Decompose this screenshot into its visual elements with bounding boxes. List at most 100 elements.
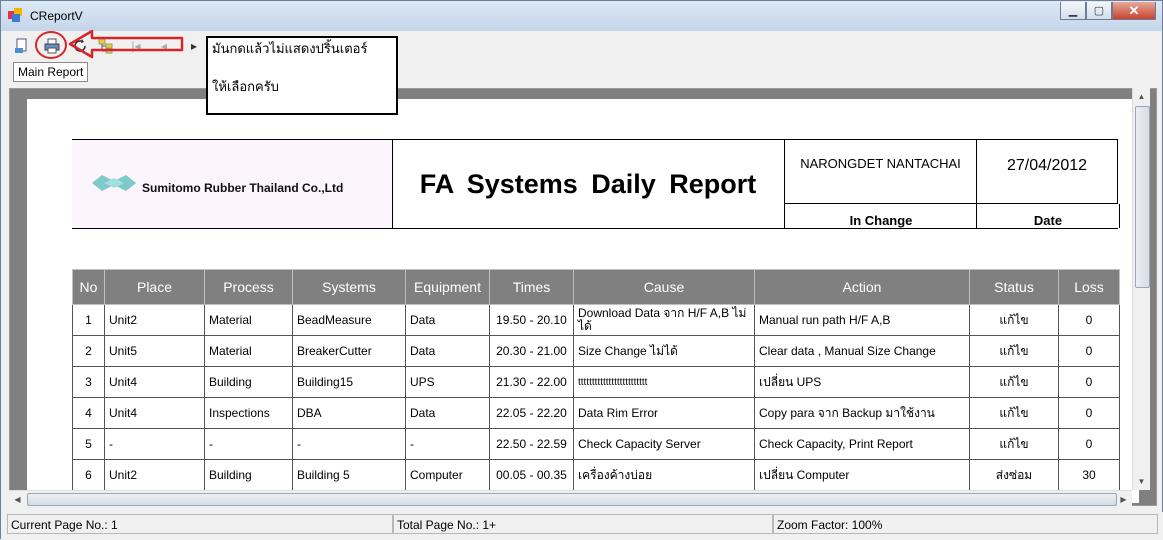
column-header: No — [72, 269, 105, 305]
vertical-scroll-thumb[interactable] — [1135, 106, 1150, 288]
column-header: Loss — [1058, 269, 1120, 305]
cell: Data — [405, 397, 490, 429]
window-title: CReportV — [30, 9, 83, 23]
column-header: Status — [969, 269, 1059, 305]
table-header-row: No Place Process Systems Equipment Times… — [72, 269, 1120, 305]
cell: - — [204, 428, 293, 460]
cell: Building — [204, 459, 293, 491]
cell: Material — [204, 335, 293, 367]
minimize-icon: ▁ — [1068, 5, 1078, 17]
report-viewer-window: CReportV ▁ ▢ ✕ |◂ ◂ ▸ Main Report Sumito… — [0, 0, 1163, 540]
report-page: Sumitomo Rubber Thailand Co.,Ltd FA Syst… — [27, 99, 1139, 503]
cell: เครื่องค้างบ่อย — [573, 459, 755, 491]
app-icon — [8, 8, 22, 22]
scroll-right-arrow-icon[interactable]: ▶ — [1115, 491, 1132, 507]
close-icon: ✕ — [1128, 2, 1140, 18]
cell: 2 — [72, 335, 105, 367]
close-button[interactable]: ✕ — [1112, 2, 1156, 20]
cell: 30 — [1058, 459, 1120, 491]
next-page-icon: ▸ — [190, 39, 198, 53]
cell: 6 — [72, 459, 105, 491]
cell: Inspections — [204, 397, 293, 429]
cell: - — [292, 428, 406, 460]
highlight-circle — [35, 31, 67, 59]
report-date: 27/04/2012 — [976, 140, 1118, 204]
annotation-note: มันกดแล้วไม่แสดงปริ้นเตอร์ ให้เลือกครับ — [206, 36, 398, 115]
cell: เปลี่ยน UPS — [754, 366, 970, 398]
table-row: 3 Unit4 Building Building15 UPS 21.30 - … — [72, 366, 1120, 398]
cell: Unit2 — [104, 304, 205, 336]
cell: 1 — [72, 304, 105, 336]
cell: BreakerCutter — [292, 335, 406, 367]
company-logo-area: Sumitomo Rubber Thailand Co.,Ltd — [72, 140, 393, 228]
cell: 5 — [72, 428, 105, 460]
horizontal-scroll-thumb[interactable] — [27, 493, 1117, 506]
cell: 20.30 - 21.00 — [489, 335, 574, 367]
column-header: Equipment — [405, 269, 490, 305]
cell: Building 5 — [292, 459, 406, 491]
table-row: 2 Unit5 Material BreakerCutter Data 20.3… — [72, 335, 1120, 367]
cell: Building15 — [292, 366, 406, 398]
cell: 0 — [1058, 428, 1120, 460]
column-header: Systems — [292, 269, 406, 305]
export-button[interactable] — [13, 37, 31, 55]
current-page-status: Current Page No.: 1 — [7, 514, 393, 534]
vertical-scrollbar[interactable]: ▲ ▼ — [1132, 88, 1150, 490]
cell: แก้ไข — [969, 304, 1059, 336]
cell: Check Capacity Server — [573, 428, 755, 460]
column-header: Times — [489, 269, 574, 305]
cell: 4 — [72, 397, 105, 429]
total-page-status: Total Page No.: 1+ — [393, 514, 773, 534]
annotation-line: ให้เลือกครับ — [212, 79, 279, 94]
column-header: Place — [104, 269, 205, 305]
maximize-button[interactable]: ▢ — [1086, 2, 1112, 20]
scroll-down-arrow-icon[interactable]: ▼ — [1133, 473, 1150, 490]
cell: Check Capacity, Print Report — [754, 428, 970, 460]
maximize-icon: ▢ — [1093, 5, 1105, 17]
cell: แก้ไข — [969, 335, 1059, 367]
cell: แก้ไข — [969, 397, 1059, 429]
cell: 21.30 - 22.00 — [489, 366, 574, 398]
cell: Unit4 — [104, 366, 205, 398]
cell: - — [405, 428, 490, 460]
cell: DBA — [292, 397, 406, 429]
cell: Copy para จาก Backup มาใช้งาน — [754, 397, 970, 429]
cell: 22.05 - 22.20 — [489, 397, 574, 429]
title-bar[interactable]: CReportV ▁ ▢ ✕ — [1, 1, 1162, 31]
cell: Data — [405, 304, 490, 336]
scroll-up-arrow-icon[interactable]: ▲ — [1133, 88, 1150, 105]
minimize-button[interactable]: ▁ — [1060, 2, 1086, 20]
date-label: Date — [976, 204, 1120, 228]
annotation-line: มันกดแล้วไม่แสดงปริ้นเตอร์ — [212, 41, 368, 56]
cell: ส่งซ่อม — [969, 459, 1059, 491]
report-view-area[interactable]: Sumitomo Rubber Thailand Co.,Ltd FA Syst… — [9, 88, 1157, 506]
cell: ttttttttttttttttttttttttt — [573, 366, 755, 398]
cell: Computer — [405, 459, 490, 491]
table-row: 4 Unit4 Inspections DBA Data 22.05 - 22.… — [72, 397, 1120, 429]
cell: 3 — [72, 366, 105, 398]
tab-main-report[interactable]: Main Report — [13, 62, 89, 82]
cell: Size Change ไม่ได้ — [573, 335, 755, 367]
report-header: Sumitomo Rubber Thailand Co.,Ltd FA Syst… — [72, 139, 1120, 229]
cell: 0 — [1058, 304, 1120, 336]
cell: แก้ไข — [969, 428, 1059, 460]
cell: 19.50 - 20.10 — [489, 304, 574, 336]
column-header: Process — [204, 269, 293, 305]
table-row: 6 Unit2 Building Building 5 Computer 00.… — [72, 459, 1120, 491]
cell: UPS — [405, 366, 490, 398]
annotation-arrow-icon — [68, 29, 184, 59]
cell: Unit5 — [104, 335, 205, 367]
cell: Building — [204, 366, 293, 398]
cell: Manual run path H/F A,B — [754, 304, 970, 336]
cell: 00.05 - 00.35 — [489, 459, 574, 491]
horizontal-scrollbar[interactable]: ◀ ▶ — [9, 490, 1132, 507]
column-header: Action — [754, 269, 970, 305]
scroll-left-arrow-icon[interactable]: ◀ — [9, 491, 26, 507]
next-page-button[interactable]: ▸ — [185, 37, 203, 55]
cell: BeadMeasure — [292, 304, 406, 336]
cell: เปลี่ยน Computer — [754, 459, 970, 491]
cell: Unit2 — [104, 459, 205, 491]
report-table: No Place Process Systems Equipment Times… — [72, 269, 1120, 491]
cell: Data Rim Error — [573, 397, 755, 429]
cell: แก้ไข — [969, 366, 1059, 398]
